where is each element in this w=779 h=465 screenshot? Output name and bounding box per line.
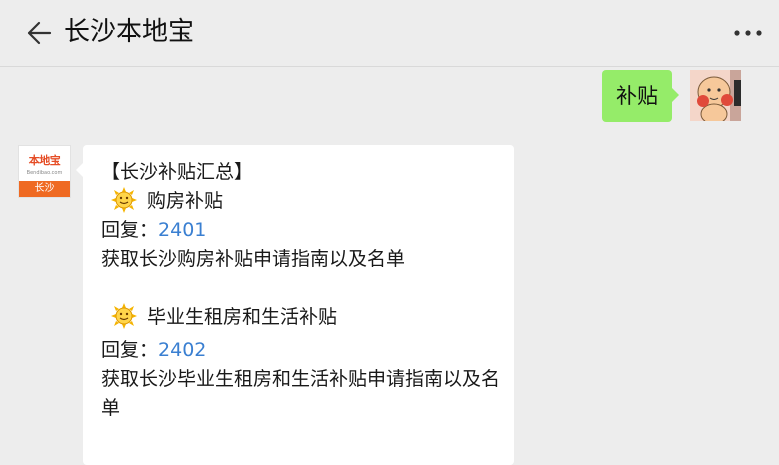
message-heading: 【长沙补贴汇总】 [101,161,254,183]
section-title: 毕业生租房和生活补贴 [147,306,338,328]
reply-label: 回复： [101,219,159,241]
reply-row: 回复：2402 [101,336,501,365]
reply-row: 回复：2401 [101,216,501,245]
cartoon-character-icon [690,70,741,121]
section-title: 购房补贴 [147,190,224,212]
outgoing-message-text: 补贴 [616,84,658,108]
more-options-icon[interactable] [733,28,763,38]
section-description: 获取长沙毕业生租房和生活补贴申请指南以及名单 [101,368,501,419]
back-arrow-icon[interactable] [26,20,52,46]
reply-code-link[interactable]: 2402 [158,339,206,361]
avatar-city-label: 长沙 [19,181,70,197]
avatar-logo-text: 本地宝 [28,154,61,167]
section-title-row: 购房补贴 [101,187,501,216]
section-title-row: 毕业生租房和生活补贴 [101,303,501,336]
reply-code-link[interactable]: 2401 [158,219,206,241]
outgoing-message-bubble[interactable]: 补贴 [602,70,679,122]
sun-emoji-icon [111,303,137,329]
my-avatar[interactable] [690,70,741,121]
account-avatar[interactable]: 本地宝 Bendibao.com 长沙 [19,146,70,197]
sun-emoji-icon [111,187,137,213]
avatar-site-text: Bendibao.com [26,170,63,176]
incoming-message-bubble[interactable]: 【长沙补贴汇总】 购房补贴 回复：2401 获取长沙购房补贴申请指南以及名单 毕… [76,145,514,465]
message-content: 【长沙补贴汇总】 购房补贴 回复：2401 获取长沙购房补贴申请指南以及名单 毕… [101,158,501,423]
chat-title: 长沙本地宝 [64,17,195,47]
reply-label: 回复： [101,339,159,361]
section-description: 获取长沙购房补贴申请指南以及名单 [101,248,406,270]
chat-header: 长沙本地宝 [0,0,779,67]
